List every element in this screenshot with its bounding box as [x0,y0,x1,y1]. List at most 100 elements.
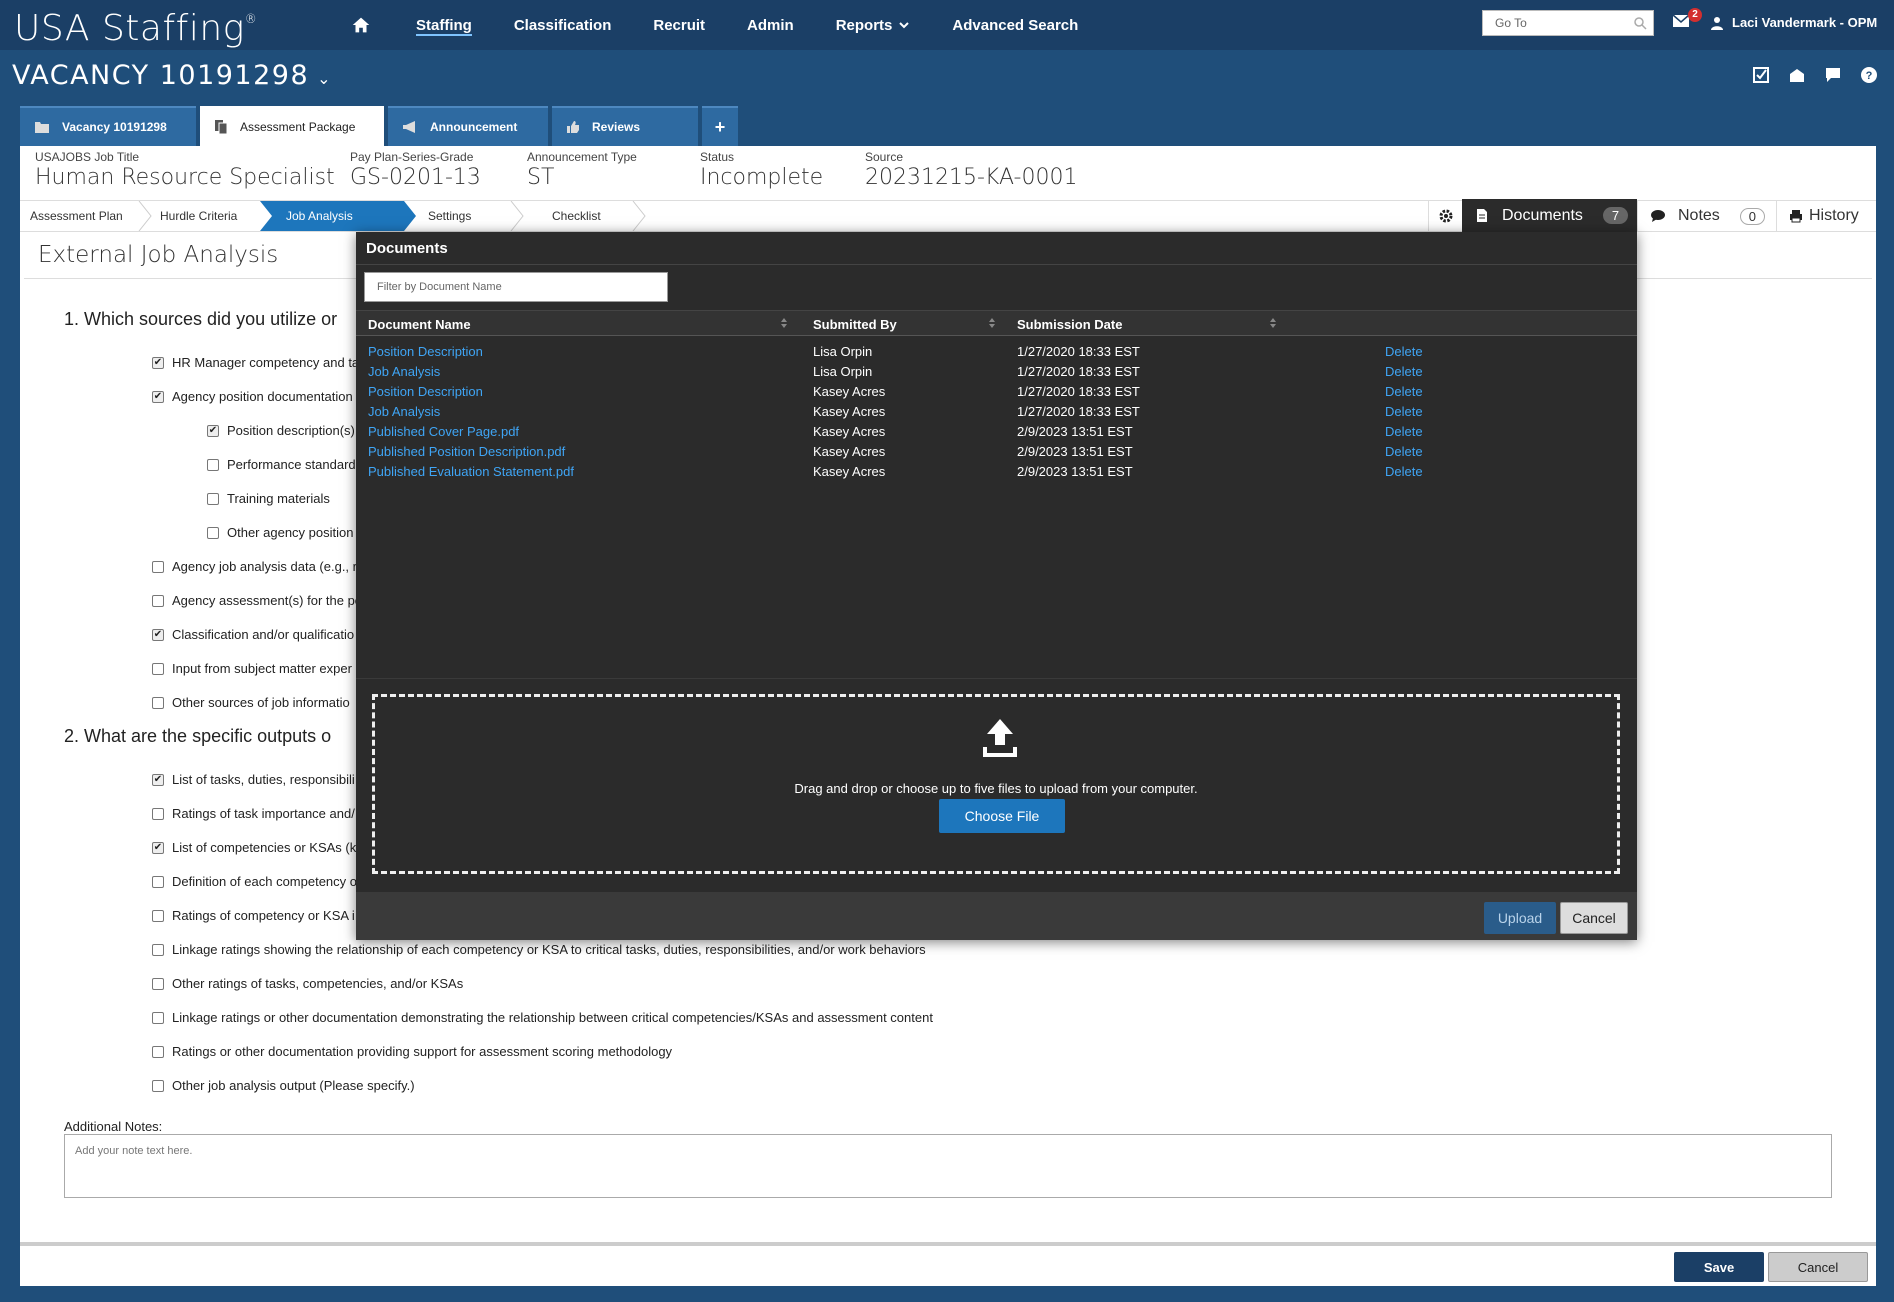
checkbox-row[interactable]: Definition of each competency o [152,874,357,889]
modal-cancel-button[interactable]: Cancel [1560,902,1628,934]
checkbox[interactable]: ✔ [152,841,164,854]
step-settings[interactable]: Settings [428,201,471,231]
filter-placeholder: Filter by Document Name [377,281,502,293]
checkbox-row[interactable]: Agency assessment(s) for the po [152,593,362,608]
checkbox[interactable] [152,1045,164,1058]
step-hurdle-criteria[interactable]: Hurdle Criteria [160,201,237,231]
checkbox-row[interactable]: Ratings of task importance and/ [152,806,355,821]
notes-tab[interactable]: Notes 0 [1637,201,1773,231]
tab-assessment-package[interactable]: Assessment Package [200,106,384,146]
checkbox-row[interactable]: Performance standard [207,457,356,472]
documents-tab[interactable]: Documents 7 [1462,199,1637,232]
vacancy-title[interactable]: VACANCY 10191298 ⌄ [12,60,332,91]
checklist-icon[interactable] [1752,66,1770,84]
delete-link[interactable]: Delete [1385,364,1423,379]
checkbox[interactable] [152,875,164,888]
sort-icon[interactable] [780,317,788,329]
save-button[interactable]: Save [1674,1252,1764,1282]
checkbox[interactable] [152,696,164,709]
checkbox-row[interactable]: Training materials [207,491,330,506]
cancel-button[interactable]: Cancel [1768,1252,1868,1282]
file-dropzone[interactable]: Drag and drop or choose up to five files… [372,694,1620,874]
checkbox-row[interactable]: Linkage ratings showing the relationship… [152,942,926,957]
user-menu[interactable]: Laci Vandermark - OPM [1710,15,1877,30]
goto-input[interactable]: Go To [1482,10,1654,36]
step-job-analysis[interactable]: Job Analysis [260,201,416,231]
nav-staffing[interactable]: Staffing [395,0,493,50]
tab-reviews[interactable]: Reviews [552,106,698,146]
checkbox[interactable]: ✔ [152,628,164,641]
checkbox[interactable] [152,943,164,956]
checkbox-row[interactable]: Other agency position [207,525,353,540]
checkbox-row[interactable]: ✔ List of competencies or KSAs (k [152,840,356,855]
checkbox[interactable] [152,560,164,573]
help-icon[interactable]: ? [1860,66,1878,84]
checkbox[interactable]: ✔ [152,356,164,369]
checkbox[interactable]: ✔ [207,424,219,437]
checkbox[interactable] [207,526,219,539]
step-checklist[interactable]: Checklist [552,201,601,231]
settings-button[interactable] [1428,201,1462,231]
add-tab-button[interactable]: + [702,106,738,146]
checkbox-row[interactable]: Other sources of job informatio [152,695,350,710]
step-assessment-plan[interactable]: Assessment Plan [30,201,123,231]
column-submitted-by[interactable]: Submitted By [813,317,897,332]
column-submission-date[interactable]: Submission Date [1017,317,1122,332]
additional-notes-textarea[interactable]: Add your note text here. [64,1134,1832,1198]
checkbox[interactable]: ✔ [152,773,164,786]
checkbox[interactable] [152,977,164,990]
sort-icon[interactable] [988,317,996,329]
nav-advanced-search[interactable]: Advanced Search [931,0,1099,50]
nav-admin[interactable]: Admin [726,0,815,50]
checkbox[interactable] [152,807,164,820]
nav-recruit[interactable]: Recruit [632,0,726,50]
nav-reports[interactable]: Reports [815,0,932,50]
history-tab[interactable]: History [1776,201,1876,231]
logo[interactable]: USA Staffing® [14,8,257,49]
document-link[interactable]: Published Cover Page.pdf [368,424,519,439]
checkbox[interactable] [207,458,219,471]
tab-announcement[interactable]: Announcement [388,106,548,146]
checkbox-row[interactable]: Linkage ratings or other documentation d… [152,1010,933,1025]
comment-icon[interactable] [1824,66,1842,84]
checkbox[interactable] [152,1079,164,1092]
checkbox-row[interactable]: ✔ HR Manager competency and ta [152,355,359,370]
checkbox-row[interactable]: ✔ List of tasks, duties, responsibili [152,772,355,787]
checkbox-row[interactable]: Other job analysis output (Please specif… [152,1078,415,1093]
checkbox[interactable] [152,662,164,675]
sort-icon[interactable] [1269,317,1277,329]
checkbox-row[interactable]: ✔ Agency position documentation [152,389,353,404]
delete-link[interactable]: Delete [1385,424,1423,439]
document-filter-input[interactable]: Filter by Document Name [364,272,668,302]
delete-link[interactable]: Delete [1385,344,1423,359]
tab-vacancy[interactable]: Vacancy 10191298 [20,106,196,146]
nav-classification[interactable]: Classification [493,0,633,50]
checkbox[interactable] [152,909,164,922]
delete-link[interactable]: Delete [1385,404,1423,419]
checkbox-row[interactable]: ✔ Classification and/or qualificatio [152,627,354,642]
document-link[interactable]: Job Analysis [368,404,440,419]
checkbox-row[interactable]: Ratings of competency or KSA i [152,908,355,923]
checkbox-row[interactable]: Agency job analysis data (e.g., ra [152,559,364,574]
checkbox[interactable]: ✔ [152,390,164,403]
checkbox-row[interactable]: ✔ Position description(s) [207,423,355,438]
document-link[interactable]: Job Analysis [368,364,440,379]
inbox-icon[interactable] [1788,66,1806,84]
choose-file-button[interactable]: Choose File [939,799,1065,833]
delete-link[interactable]: Delete [1385,464,1423,479]
document-link[interactable]: Position Description [368,344,483,359]
document-link[interactable]: Published Position Description.pdf [368,444,565,459]
column-document-name[interactable]: Document Name [368,317,471,332]
document-link[interactable]: Published Evaluation Statement.pdf [368,464,574,479]
checkbox-row[interactable]: Other ratings of tasks, competencies, an… [152,976,463,991]
checkbox[interactable] [152,594,164,607]
checkbox[interactable] [152,1011,164,1024]
upload-button[interactable]: Upload [1484,902,1556,934]
checkbox-row[interactable]: Input from subject matter exper [152,661,352,676]
home-icon[interactable] [350,14,372,36]
delete-link[interactable]: Delete [1385,444,1423,459]
delete-link[interactable]: Delete [1385,384,1423,399]
document-link[interactable]: Position Description [368,384,483,399]
checkbox[interactable] [207,492,219,505]
checkbox-row[interactable]: Ratings or other documentation providing… [152,1044,672,1059]
